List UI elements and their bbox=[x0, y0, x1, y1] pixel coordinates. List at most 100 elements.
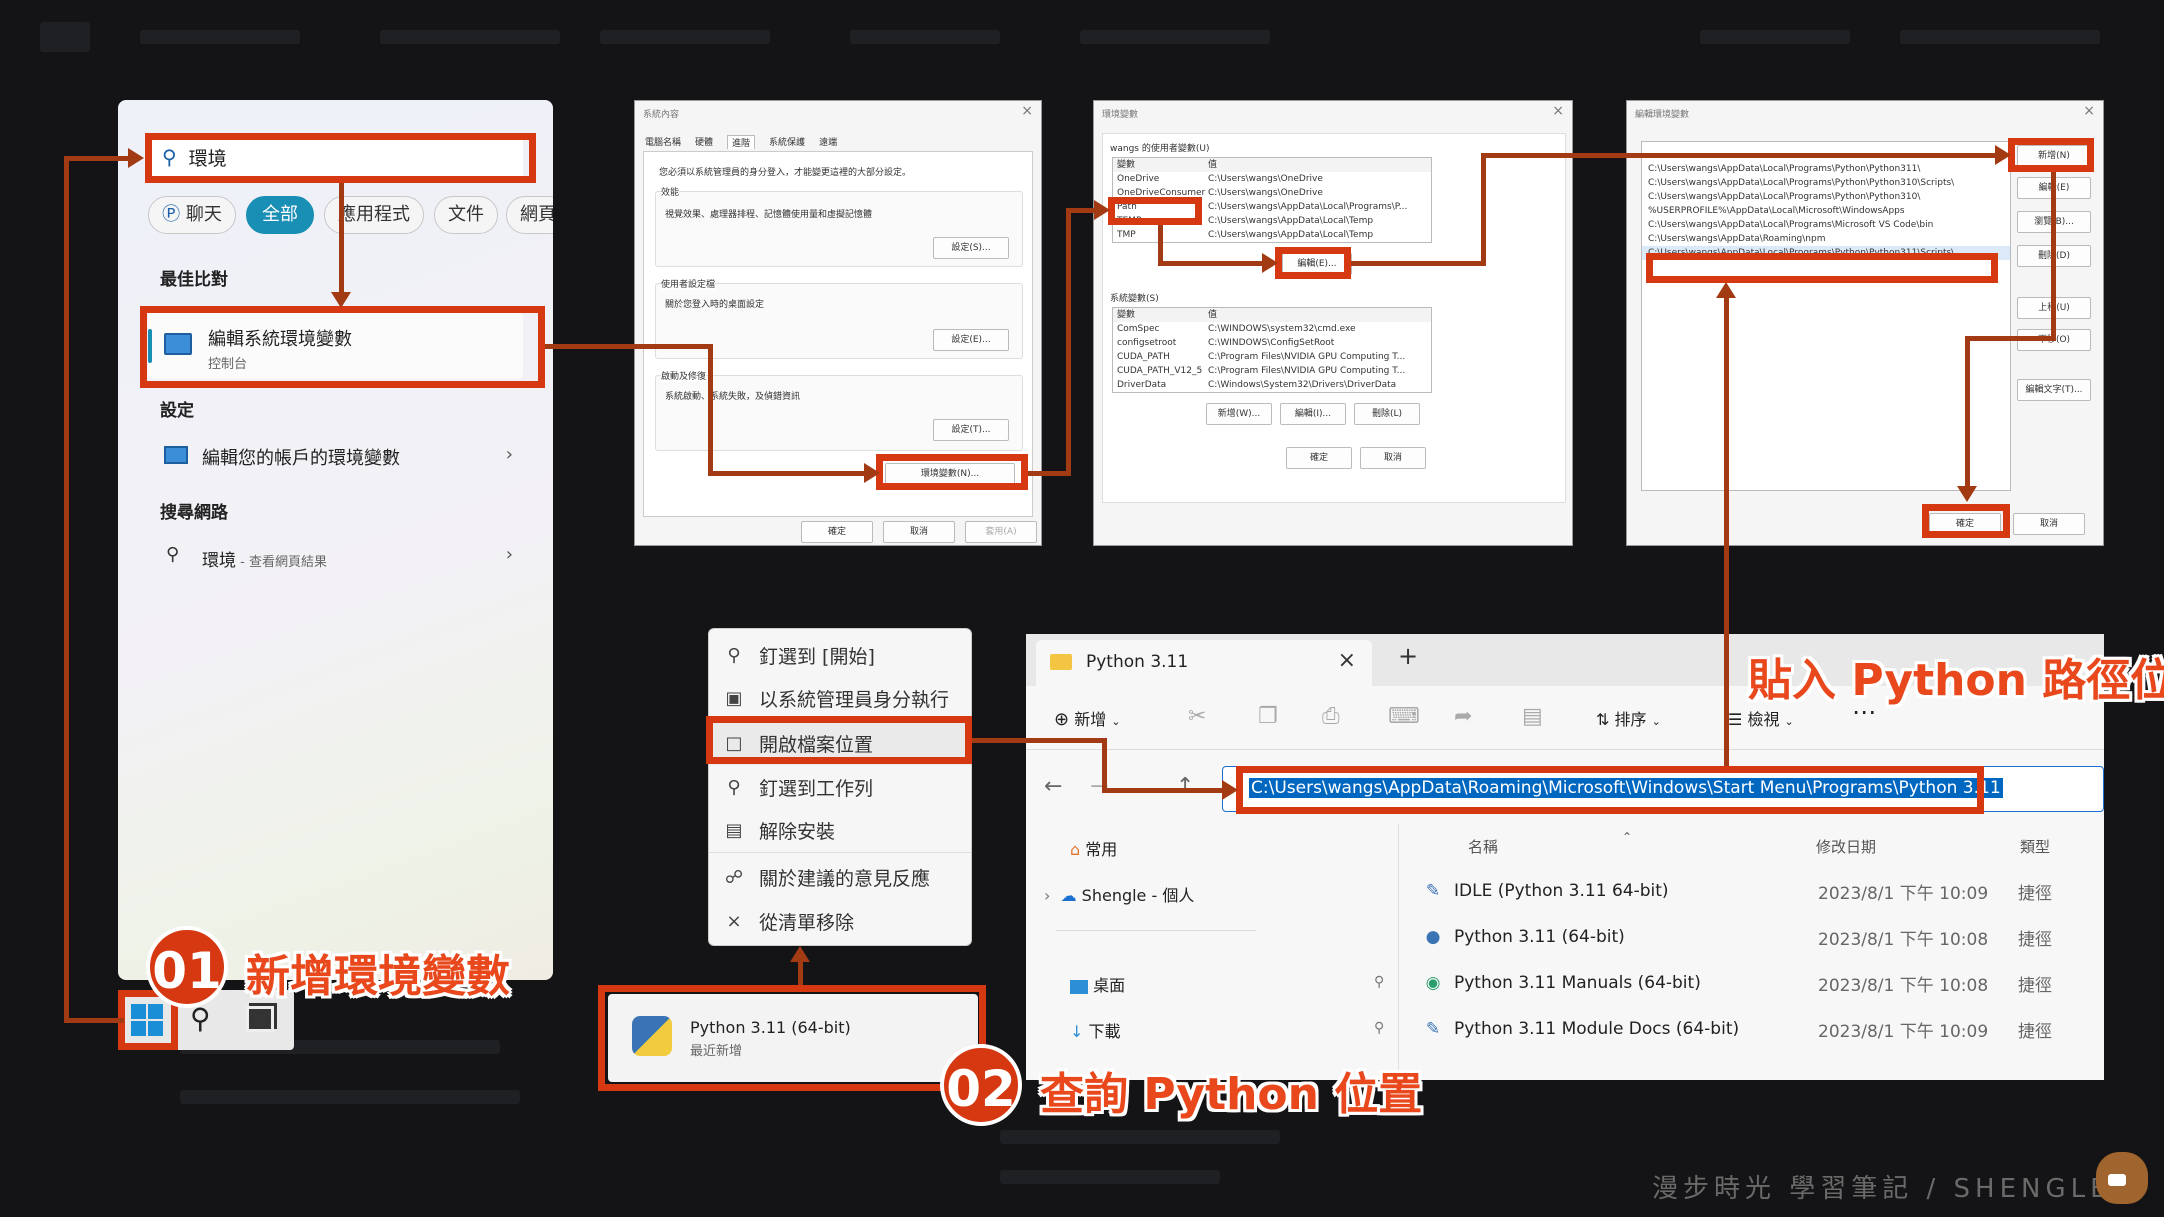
tab-hardware[interactable]: 硬體 bbox=[695, 135, 713, 149]
nav-item-home[interactable]: ⌂ 常用 bbox=[1070, 836, 1117, 860]
cut-icon[interactable]: ✂ bbox=[1188, 704, 1206, 729]
paste-icon[interactable]: ⎙ bbox=[1322, 704, 1340, 729]
list-item[interactable]: C:\Users\wangs\AppData\Local\Programs\Py… bbox=[1642, 176, 2010, 190]
pin-icon: ⚲ bbox=[727, 644, 741, 666]
menu-item-remove-list[interactable]: × 從清單移除 bbox=[709, 899, 971, 943]
chevron-down-icon: ⌄ bbox=[1111, 715, 1121, 728]
new-button[interactable]: ⊕ 新增 ⌄ bbox=[1054, 706, 1121, 730]
back-icon[interactable]: ← bbox=[1044, 774, 1062, 799]
performance-settings-button[interactable]: 設定(S)... bbox=[933, 237, 1009, 259]
arrow-head bbox=[128, 148, 144, 168]
edit-text-button[interactable]: 編輯文字(T)... bbox=[2017, 379, 2091, 401]
cancel-button[interactable]: 取消 bbox=[1360, 447, 1426, 469]
copy-icon[interactable]: ❐ bbox=[1258, 704, 1278, 729]
new-tab-icon[interactable]: + bbox=[1398, 642, 1418, 670]
path-list[interactable]: C:\Users\wangs\AppData\Local\Programs\Py… bbox=[1641, 141, 2011, 491]
chevron-right-icon: › bbox=[505, 444, 513, 465]
menu-item-pin-taskbar[interactable]: ⚲ 釘選到工作列 bbox=[709, 765, 971, 809]
tab-system-protection[interactable]: 系統保護 bbox=[769, 135, 805, 149]
settings-heading: 設定 bbox=[160, 401, 194, 421]
rename-icon[interactable]: ⌨ bbox=[1388, 704, 1420, 729]
tab-remote[interactable]: 遠端 bbox=[819, 135, 837, 149]
table-row[interactable]: ◉ Python 3.11 Manuals (64-bit) 2023/8/1 … bbox=[1412, 960, 2092, 1006]
tab-title: Python 3.11 bbox=[1086, 652, 1189, 672]
arrow-head bbox=[1995, 145, 2011, 165]
windows-start-icon[interactable] bbox=[131, 1004, 163, 1036]
menu-item-pin-start[interactable]: ⚲ 釘選到 [開始] bbox=[709, 633, 971, 677]
search-input[interactable]: 環境 bbox=[189, 144, 227, 171]
col-type[interactable]: 類型 bbox=[2020, 836, 2050, 857]
chevron-down-icon: ⌄ bbox=[1784, 715, 1794, 728]
filter-chat[interactable]: Ⓟ 聊天 bbox=[148, 196, 236, 234]
list-item[interactable]: %USERPROFILE%\AppData\Local\Microsoft\Wi… bbox=[1642, 204, 2010, 218]
system-vars-list[interactable]: 變數 值 ComSpec C:\WINDOWS\system32\cmd.exe c… bbox=[1112, 307, 1432, 393]
list-item-new-path[interactable]: C:\Users\wangs\AppData\Local\Programs\Py… bbox=[1642, 246, 2010, 260]
nav-item-downloads[interactable]: ↓ 下載 bbox=[1070, 1018, 1121, 1042]
list-item[interactable]: C:\Users\wangs\AppData\Roaming\npm bbox=[1642, 232, 2010, 246]
list-item[interactable]: OneDrive C:\Users\wangs\OneDrive bbox=[1113, 172, 1431, 186]
sort-button[interactable]: ⇅ 排序 ⌄ bbox=[1596, 706, 1661, 730]
list-item[interactable]: ComSpec C:\WINDOWS\system32\cmd.exe bbox=[1113, 322, 1431, 336]
menu-item-run-as-admin[interactable]: ▣ 以系統管理員身分執行 bbox=[709, 677, 971, 721]
ok-button[interactable]: 確定 bbox=[801, 521, 873, 543]
close-icon[interactable]: × bbox=[1552, 103, 1564, 119]
ok-button[interactable]: 確定 bbox=[1929, 513, 2001, 535]
address-input[interactable]: C:\Users\wangs\AppData\Roaming\Microsoft… bbox=[1249, 778, 2003, 798]
list-item[interactable]: OneDriveConsumer C:\Users\wangs\OneDrive bbox=[1113, 186, 1431, 200]
table-row[interactable]: ● Python 3.11 (64-bit) 2023/8/1 下午 10:08… bbox=[1412, 914, 2092, 960]
explorer-tab[interactable]: Python 3.11 × bbox=[1036, 640, 1372, 686]
user-edit-button[interactable]: 編輯(E)... bbox=[1282, 253, 1352, 275]
web-item[interactable]: ⚲ 環境 - 查看網頁結果 › bbox=[148, 534, 523, 580]
sort-icon: ⇅ bbox=[1596, 710, 1610, 729]
close-tab-icon[interactable]: × bbox=[1338, 648, 1356, 673]
list-item-path[interactable]: Path C:\Users\wangs\AppData\Local\Program… bbox=[1113, 200, 1431, 214]
system-edit-button[interactable]: 編輯(I)... bbox=[1280, 403, 1346, 425]
best-match-item[interactable]: 編輯系統環境變數 控制台 bbox=[148, 313, 523, 379]
cancel-button[interactable]: 取消 bbox=[2013, 513, 2085, 535]
tab-computer-name[interactable]: 電腦名稱 bbox=[645, 135, 681, 149]
arrow-head bbox=[790, 946, 810, 962]
share-icon[interactable]: ➦ bbox=[1454, 704, 1472, 729]
list-item[interactable]: DriverData C:\Windows\System32\Drivers\Dr… bbox=[1113, 378, 1431, 392]
list-item[interactable]: CUDA_PATH C:\Program Files\NVIDIA GPU Com… bbox=[1113, 350, 1431, 364]
nav-item-onedrive[interactable]: › ☁ Shengle - 個人 bbox=[1044, 882, 1194, 906]
menu-item-open-location[interactable]: □ 開啟檔案位置 bbox=[709, 721, 971, 765]
menu-item-uninstall[interactable]: ▤ 解除安裝 bbox=[709, 809, 971, 853]
task-view-icon[interactable] bbox=[246, 1006, 274, 1032]
list-item[interactable]: configsetroot C:\WINDOWS\ConfigSetRoot bbox=[1113, 336, 1431, 350]
list-item[interactable]: CUDA_PATH_V12_5 C:\Program Files\NVIDIA G… bbox=[1113, 364, 1431, 378]
connector-line bbox=[339, 183, 344, 295]
profile-settings-button[interactable]: 設定(E)... bbox=[933, 329, 1009, 351]
system-delete-button[interactable]: 刪除(L) bbox=[1354, 403, 1420, 425]
apply-button[interactable]: 套用(A) bbox=[965, 521, 1037, 543]
nav-item-desktop[interactable]: 桌面 bbox=[1070, 972, 1125, 996]
filter-web[interactable]: 網頁 bbox=[506, 196, 553, 234]
arrow-head bbox=[1716, 282, 1736, 298]
tab-advanced[interactable]: 進階 bbox=[727, 135, 756, 149]
close-icon[interactable]: × bbox=[1021, 103, 1033, 119]
menu-item-feedback[interactable]: ☍ 關於建議的意見反應 bbox=[709, 855, 971, 899]
table-row[interactable]: ✎ IDLE (Python 3.11 64-bit) 2023/8/1 下午 … bbox=[1412, 868, 2092, 914]
system-new-button[interactable]: 新增(W)... bbox=[1206, 403, 1272, 425]
environment-variables-button[interactable]: 環境變數(N)... bbox=[885, 463, 1015, 485]
view-button[interactable]: ☰ 檢視 ⌄ bbox=[1728, 706, 1794, 730]
address-bar[interactable]: C:\Users\wangs\AppData\Roaming\Microsoft… bbox=[1222, 766, 2104, 812]
new-button[interactable]: 新增(N) bbox=[2017, 145, 2091, 167]
up-icon[interactable]: ↑ bbox=[1176, 774, 1194, 799]
settings-item[interactable]: 編輯您的帳戶的環境變數 › bbox=[148, 434, 523, 480]
col-date[interactable]: 修改日期 bbox=[1816, 836, 1876, 857]
python-recent-item[interactable]: Python 3.11 (64-bit) 最近新增 bbox=[608, 994, 978, 1082]
filter-docs[interactable]: 文件 bbox=[434, 196, 498, 234]
list-item[interactable]: C:\Users\wangs\AppData\Local\Programs\Py… bbox=[1642, 190, 2010, 204]
list-item[interactable]: C:\Users\wangs\AppData\Local\Programs\Mi… bbox=[1642, 218, 2010, 232]
startup-settings-button[interactable]: 設定(T)... bbox=[933, 419, 1009, 441]
close-icon[interactable]: × bbox=[2083, 103, 2095, 119]
table-row[interactable]: ✎ Python 3.11 Module Docs (64-bit) 2023/… bbox=[1412, 1006, 2092, 1052]
cancel-button[interactable]: 取消 bbox=[883, 521, 955, 543]
filter-all[interactable]: 全部 bbox=[246, 196, 314, 234]
delete-icon[interactable]: ▤ bbox=[1522, 704, 1543, 729]
list-item[interactable]: C:\Users\wangs\AppData\Local\Programs\Py… bbox=[1642, 162, 2010, 176]
search-box[interactable]: ⚲ 環境 bbox=[148, 135, 523, 179]
col-name[interactable]: 名稱 bbox=[1468, 836, 1498, 857]
ok-button[interactable]: 確定 bbox=[1286, 447, 1352, 469]
